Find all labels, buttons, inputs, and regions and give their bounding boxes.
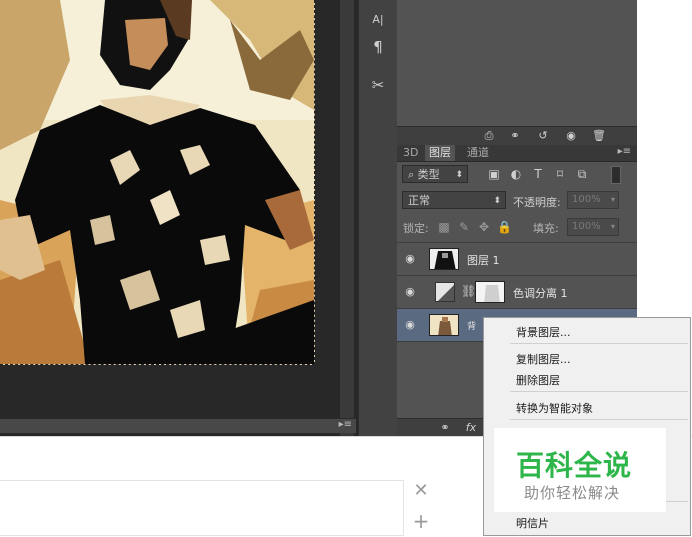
image-filter-icon[interactable]: ▣ (487, 167, 501, 181)
fill-field[interactable]: 100% ▾ (567, 218, 619, 236)
shape-filter-icon[interactable]: ⌑ (553, 167, 567, 181)
watermark-subtitle: 助你轻松解决 (524, 484, 621, 502)
fx-icon[interactable]: fx (463, 421, 479, 435)
chevron-updown-icon: ⬍ (455, 170, 463, 180)
eye-icon[interactable]: ◉ (403, 252, 417, 266)
lock-position-icon[interactable]: ✥ (477, 220, 491, 234)
menu-separator (510, 343, 688, 344)
posterized-photo (0, 0, 315, 365)
plus-icon[interactable]: + (410, 510, 432, 532)
chevron-down-icon: ▾ (610, 195, 615, 204)
type-filter-icon[interactable]: T (531, 167, 545, 181)
blend-mode-value: 正常 (408, 194, 430, 207)
posterize-adjustment-glyph (436, 283, 454, 301)
menu-item-postcard[interactable]: 明信片 (516, 515, 549, 531)
lock-label: 锁定: (403, 222, 429, 235)
filter-kind-value: 类型 (417, 168, 440, 181)
tab-channels[interactable]: 通道 (463, 145, 493, 161)
menu-separator (510, 419, 688, 420)
menu-item-convert-to-smart-object[interactable]: 转换为智能对象 (516, 400, 593, 416)
tools-icon[interactable]: ✂ (365, 72, 391, 98)
layer-thumbnail-image (430, 249, 458, 269)
layer-thumbnail-image (430, 315, 458, 335)
collapsed-tool-strip: A| ¶ ✂ (358, 0, 398, 436)
visibility-icon[interactable]: ◉ (563, 129, 579, 143)
blend-mode-select[interactable]: 正常 ⬍ (402, 191, 506, 209)
watermark-logo: 百科全说 助你轻松解决 (494, 428, 666, 512)
layer-thumbnail (429, 248, 459, 270)
layer-mask-thumbnail[interactable] (475, 281, 505, 303)
search-icon: ⌕ (408, 168, 415, 181)
new-snapshot-icon[interactable]: ⎙ (481, 129, 497, 143)
paragraph-icon[interactable]: ¶ (365, 34, 391, 60)
posterized-photo-image (0, 0, 314, 364)
trash-icon[interactable]: 🗑 (591, 129, 607, 143)
layers-panel-tabs: 3D 图层 通道 ▸≡ (397, 145, 637, 162)
character-icon[interactable]: A| (365, 6, 391, 32)
eye-icon[interactable]: ◉ (403, 285, 417, 299)
chevron-down-icon: ▾ (610, 222, 615, 231)
filter-kind-select[interactable]: ⌕ 类型 ⬍ (402, 165, 468, 183)
link-layers-icon[interactable]: ⚭ (437, 421, 453, 435)
panel-menu-icon[interactable]: ▸≡ (618, 146, 631, 157)
menu-item-duplicate-layer[interactable]: 复制图层... (516, 351, 571, 367)
menu-separator (510, 391, 688, 392)
canvas-status-bar: ▸≡ (0, 418, 356, 433)
opacity-value: 100% (572, 194, 601, 205)
fill-label: 填充: (533, 222, 559, 235)
reset-icon[interactable]: ↺ (535, 129, 551, 143)
layer-name: 色调分离 1 (513, 287, 568, 300)
menu-item-delete-layer[interactable]: 删除图层 (516, 372, 560, 388)
upper-panel-footer: ⎙ ⚭ ↺ ◉ 🗑 (397, 126, 637, 145)
fill-value: 100% (572, 221, 601, 232)
adjustment-filter-icon[interactable]: ◐ (509, 167, 523, 181)
posterize-adjustment-icon (435, 282, 455, 302)
layer-row-posterize[interactable]: ◉ ⛓ 色调分离 1 (397, 276, 637, 309)
opacity-label: 不透明度: (513, 196, 561, 209)
chevron-updown-icon: ⬍ (493, 196, 501, 206)
layer-mask-thumbnail-image (476, 282, 504, 302)
layer-name: 图层 1 (467, 254, 500, 267)
link-icon[interactable]: ⚭ (507, 129, 523, 143)
bottom-input-box[interactable] (0, 480, 404, 536)
panel-menu-icon[interactable]: ▸≡ (339, 419, 352, 430)
tools-glyph: ✂ (371, 76, 385, 94)
smart-object-filter-icon[interactable]: ⧉ (575, 167, 589, 181)
eye-icon[interactable]: ◉ (403, 318, 417, 332)
lock-paint-icon[interactable]: ✎ (457, 220, 471, 234)
tab-3d[interactable]: 3D (399, 145, 422, 161)
layer-thumbnail (429, 314, 459, 336)
chain-link-icon[interactable]: ⛓ (461, 284, 476, 298)
tab-layers[interactable]: 图层 (425, 145, 455, 161)
layer-name: 背 (467, 322, 477, 332)
character-glyph: A| (372, 12, 384, 26)
filter-toggle-switch[interactable] (611, 166, 621, 184)
upper-panel-body (397, 0, 637, 126)
close-icon[interactable]: ✕ (410, 480, 432, 502)
canvas-vertical-scrollbar[interactable] (340, 0, 354, 436)
lock-transparent-icon[interactable]: ▩ (437, 220, 451, 234)
paragraph-glyph: ¶ (373, 38, 383, 56)
menu-item-background-layer[interactable]: 背景图层... (516, 324, 571, 340)
opacity-field[interactable]: 100% ▾ (567, 191, 619, 209)
lock-all-icon[interactable]: 🔒 (497, 220, 512, 234)
document-canvas-area[interactable]: ▸≡ (0, 0, 358, 436)
layer-row-layer1[interactable]: ◉ 图层 1 (397, 243, 637, 276)
watermark-title: 百科全说 (516, 449, 633, 482)
